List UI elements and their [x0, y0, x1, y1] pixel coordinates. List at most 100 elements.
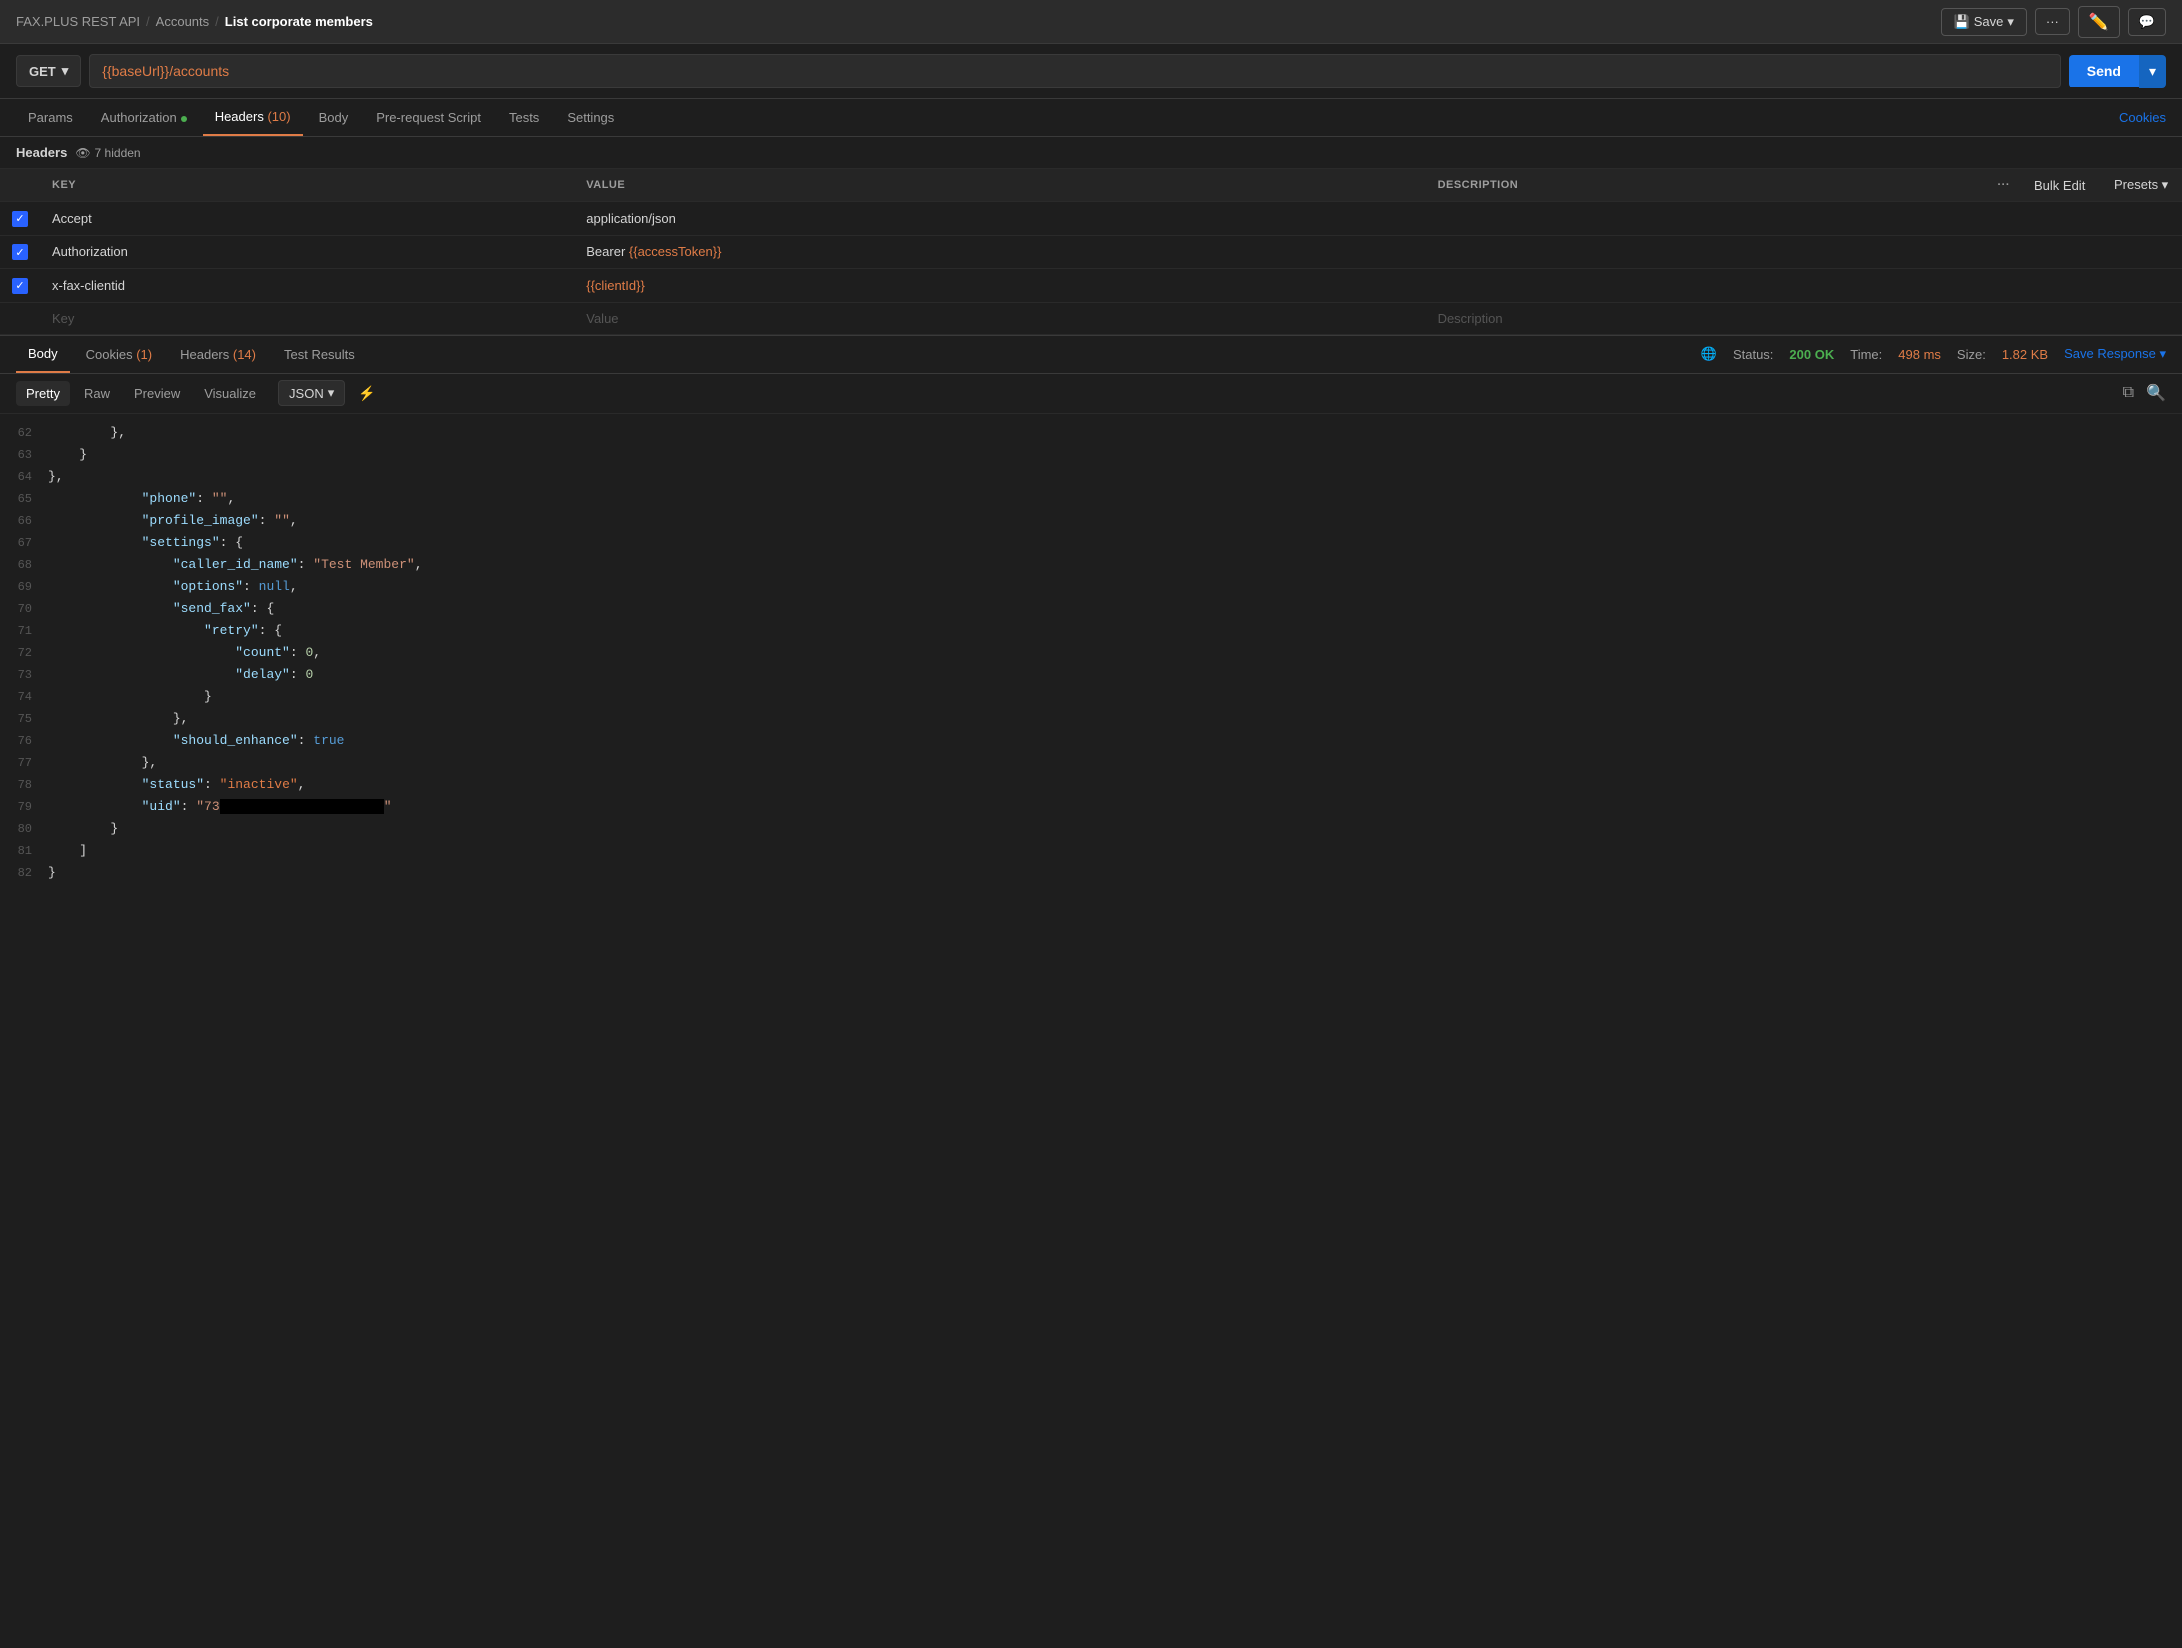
tab-params[interactable]: Params	[16, 100, 85, 135]
code-line: 70 "send_fax": {	[0, 598, 2182, 620]
code-line: 71 "retry": {	[0, 620, 2182, 642]
save-dropdown-icon: ▾	[2007, 14, 2014, 30]
row3-desc[interactable]	[1426, 269, 1986, 303]
empty-value[interactable]: Value	[574, 302, 1425, 334]
row1-value[interactable]: application/json	[574, 202, 1425, 236]
table-row: x-fax-clientid {{clientId}}	[0, 269, 2182, 303]
tab-tests[interactable]: Tests	[497, 100, 551, 135]
checkbox-clientid[interactable]	[12, 278, 28, 294]
code-line: 65 "phone": "",	[0, 488, 2182, 510]
checkbox-auth[interactable]	[12, 244, 28, 260]
tab-settings[interactable]: Settings	[555, 100, 626, 135]
response-section: Body Cookies (1) Headers (14) Test Resul…	[0, 335, 2182, 1648]
code-line: 77 },	[0, 752, 2182, 774]
status-label: Status:	[1733, 347, 1773, 362]
th-description: DESCRIPTION	[1426, 169, 1986, 202]
row3-key[interactable]: x-fax-clientid	[40, 269, 574, 303]
tab-headers[interactable]: Headers (10)	[203, 99, 303, 136]
time-value: 498 ms	[1898, 347, 1941, 362]
bulk-edit-button[interactable]: Bulk Edit	[2034, 178, 2085, 193]
empty-key[interactable]: Key	[40, 302, 574, 334]
row2-value[interactable]: Bearer {{accessToken}}	[574, 235, 1425, 269]
format-json-select[interactable]: JSON ▾	[278, 380, 345, 406]
status-code: 200 OK	[1789, 347, 1834, 362]
code-line: 76 "should_enhance": true	[0, 730, 2182, 752]
th-presets[interactable]: Presets ▾	[2102, 169, 2182, 202]
row3-check[interactable]	[0, 269, 40, 303]
save-button[interactable]: 💾 Save ▾	[1941, 8, 2027, 36]
th-bulk[interactable]: Bulk Edit	[2022, 169, 2102, 202]
th-more: ···	[1986, 169, 2023, 202]
top-bar: FAX.PLUS REST API / Accounts / List corp…	[0, 0, 2182, 44]
code-line: 63 }	[0, 444, 2182, 466]
row2-key[interactable]: Authorization	[40, 235, 574, 269]
tab-prerequest[interactable]: Pre-request Script	[364, 100, 493, 135]
time-label: Time:	[1850, 347, 1882, 362]
breadcrumb-accounts: Accounts	[156, 14, 209, 29]
code-line: 67 "settings": {	[0, 532, 2182, 554]
code-area[interactable]: 62 }, 63 } 64 }, 65 "phone": "", 66	[0, 414, 2182, 1648]
code-line: 72 "count": 0,	[0, 642, 2182, 664]
empty-desc[interactable]: Description	[1426, 302, 1986, 334]
cookies-link[interactable]: Cookies	[2119, 110, 2166, 125]
headers-section: Headers 👁 7 hidden KEY VALUE DESCRIPTION…	[0, 137, 2182, 335]
row2-check[interactable]	[0, 235, 40, 269]
search-button[interactable]: 🔍	[2146, 383, 2166, 403]
breadcrumb: FAX.PLUS REST API / Accounts / List corp…	[16, 14, 373, 29]
row3-value[interactable]: {{clientId}}	[574, 269, 1425, 303]
code-line: 75 },	[0, 708, 2182, 730]
row1-check[interactable]	[0, 202, 40, 236]
send-button-group: Send ▾	[2069, 55, 2166, 88]
size-label: Size:	[1957, 347, 1986, 362]
more-button[interactable]: ···	[2035, 8, 2070, 35]
filter-icon[interactable]: ⚡	[353, 380, 380, 407]
th-key: KEY	[40, 169, 574, 202]
code-line: 62 },	[0, 422, 2182, 444]
row2-desc[interactable]	[1426, 235, 1986, 269]
method-dropdown-icon: ▾	[62, 63, 69, 79]
hidden-count: 7 hidden	[95, 146, 141, 160]
code-line: 78 "status": "inactive",	[0, 774, 2182, 796]
checkbox-accept[interactable]	[12, 211, 28, 227]
tab-authorization[interactable]: Authorization	[89, 100, 199, 135]
code-line: 81 ]	[0, 840, 2182, 862]
format-right-icons: ⧉ 🔍	[2123, 383, 2166, 403]
code-line: 82 }	[0, 862, 2182, 884]
method-select[interactable]: GET ▾	[16, 55, 81, 87]
format-json-label: JSON	[289, 386, 324, 401]
breadcrumb-api: FAX.PLUS REST API	[16, 14, 140, 29]
eye-icon: 👁	[75, 146, 90, 160]
size-value: 1.82 KB	[2002, 347, 2048, 362]
url-input[interactable]	[89, 54, 2060, 88]
code-line: 73 "delay": 0	[0, 664, 2182, 686]
format-pretty[interactable]: Pretty	[16, 381, 70, 406]
format-dropdown-icon: ▾	[328, 385, 335, 401]
tab-body[interactable]: Body	[307, 100, 361, 135]
row1-key[interactable]: Accept	[40, 202, 574, 236]
resp-tab-body[interactable]: Body	[16, 336, 70, 373]
th-value: VALUE	[574, 169, 1425, 202]
method-label: GET	[29, 64, 56, 79]
th-check	[0, 169, 40, 202]
row1-desc[interactable]	[1426, 202, 1986, 236]
hidden-badge: 👁 7 hidden	[75, 146, 140, 160]
copy-button[interactable]: ⧉	[2123, 384, 2134, 402]
main-layout: GET ▾ Send ▾ Params Authorization Header…	[0, 44, 2182, 1648]
format-preview[interactable]: Preview	[124, 381, 190, 406]
resp-tab-headers[interactable]: Headers (14)	[168, 337, 268, 372]
table-row: Authorization Bearer {{accessToken}}	[0, 235, 2182, 269]
format-raw[interactable]: Raw	[74, 381, 120, 406]
resp-tab-test-results[interactable]: Test Results	[272, 337, 367, 372]
resp-tab-cookies[interactable]: Cookies (1)	[74, 337, 164, 372]
code-line: 80 }	[0, 818, 2182, 840]
presets-button[interactable]: Presets ▾	[2114, 177, 2168, 193]
format-visualize[interactable]: Visualize	[194, 381, 266, 406]
send-dropdown-button[interactable]: ▾	[2139, 55, 2166, 88]
headers-title: Headers	[16, 145, 67, 160]
send-button[interactable]: Send	[2069, 55, 2139, 87]
edit-button[interactable]: ✏️	[2078, 6, 2120, 38]
chat-button[interactable]: 💬	[2128, 8, 2166, 36]
code-line: 68 "caller_id_name": "Test Member",	[0, 554, 2182, 576]
save-response-button[interactable]: Save Response ▾	[2064, 346, 2166, 362]
code-line: 66 "profile_image": "",	[0, 510, 2182, 532]
